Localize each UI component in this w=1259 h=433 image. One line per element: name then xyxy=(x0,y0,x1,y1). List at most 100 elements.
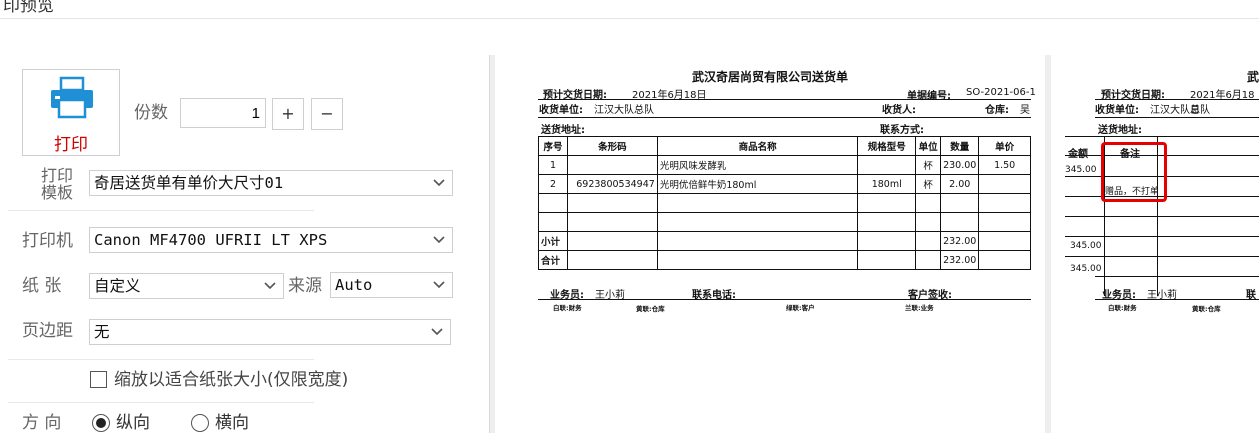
margin-label: 页边距 xyxy=(22,321,73,341)
amount-header: 金额 xyxy=(1068,145,1088,160)
table-row xyxy=(538,193,1031,213)
rule xyxy=(1065,216,1259,217)
printer-label: 打印机 xyxy=(22,231,73,251)
template-label-line1: 打印 xyxy=(40,166,73,185)
table-cell: 光明优倍鲜牛奶180ml xyxy=(656,174,859,194)
chevron-down-icon xyxy=(433,281,445,289)
paper-select-value: 自定义 xyxy=(94,277,141,295)
table-row: 2 6923800534947 光明优倍鲜牛奶180ml 180ml 杯 2.0… xyxy=(538,174,1031,194)
copies-label: 份数 xyxy=(134,103,168,123)
paper-source-value: Auto xyxy=(335,276,373,294)
table-cell: 杯 xyxy=(915,155,942,175)
table-cell: 杯 xyxy=(915,174,942,194)
radio-selected-dot xyxy=(96,418,106,428)
table-header-row: 序号 条形码 商品名称 规格型号 单位 数量 单价 xyxy=(538,136,1031,156)
copies-minus-button[interactable]: − xyxy=(311,98,343,130)
preview-page-2: 武 预计交货日期: 2021年6月18日 收货单位: 江汉大队总队 送货地址: … xyxy=(1051,55,1259,433)
total-amount: 345.00 xyxy=(1070,264,1102,274)
copy-label: 黄联:仓库 xyxy=(636,305,665,313)
copy-label: 绿联:客户 xyxy=(786,304,815,312)
rule xyxy=(1095,299,1259,300)
address-label: 送货地址: xyxy=(541,125,585,136)
table-cell: 1.50 xyxy=(978,155,1031,175)
table-cell: 光明风味发酵乳 xyxy=(656,155,859,175)
landscape-radio[interactable] xyxy=(191,414,209,432)
print-preview-area[interactable]: 武汉奇居尚贸有限公司送货单 预计交货日期: 2021年6月18日 单据编号: S… xyxy=(489,55,1259,433)
paper-select[interactable]: 自定义 xyxy=(89,273,284,299)
table-cell: 1 xyxy=(538,155,568,175)
orientation-label: 方 向 xyxy=(22,413,62,433)
title-bar: 打印预览 xyxy=(0,0,1259,19)
table-cell: 6923800534947 xyxy=(566,174,658,194)
header-cell: 商品名称 xyxy=(656,136,859,156)
total-value: 232.00 xyxy=(940,250,980,270)
printer-icon xyxy=(51,76,93,119)
table-cell: 2.00 xyxy=(940,174,980,194)
subtotal-amount: 345.00 xyxy=(1070,241,1102,251)
table-cell xyxy=(978,174,1031,194)
margin-select[interactable]: 无 xyxy=(89,319,451,345)
printer-select-value: Canon MF4700 UFRII LT XPS xyxy=(94,231,328,249)
copy-label: 黄联:仓库 xyxy=(1192,305,1221,313)
table-cell: 230.00 xyxy=(940,155,980,175)
copy-label: 兰联:业务 xyxy=(905,304,934,312)
table-row xyxy=(538,212,1031,232)
company-title-fragment: 武 xyxy=(1247,70,1259,84)
header-cell: 数量 xyxy=(940,136,980,156)
rule xyxy=(538,299,1031,300)
subtotal-value: 232.00 xyxy=(940,231,980,251)
paper-label: 纸 张 xyxy=(22,276,62,296)
total-label: 合计 xyxy=(538,250,568,270)
doc-no: SO-2021-06-1 xyxy=(966,87,1036,98)
window-title: 打印预览 xyxy=(0,0,54,16)
receiver-unit-label: 收货单位: xyxy=(539,105,583,116)
rule xyxy=(538,99,1031,100)
rule xyxy=(1065,256,1259,257)
rule xyxy=(1065,236,1259,237)
divider xyxy=(8,359,314,360)
chevron-down-icon xyxy=(433,179,445,187)
company-title: 武汉奇居尚贸有限公司送货单 xyxy=(692,70,849,84)
subtotal-label: 小计 xyxy=(538,231,568,251)
print-button-label: 打印 xyxy=(54,135,88,155)
table-cell: 2 xyxy=(538,174,568,194)
rule xyxy=(1095,117,1259,118)
rule xyxy=(538,117,1031,118)
scale-checkbox[interactable] xyxy=(90,371,107,388)
landscape-label: 横向 xyxy=(215,413,249,433)
address-label: 送货地址: xyxy=(1098,125,1142,136)
chevron-down-icon xyxy=(431,328,443,336)
warehouse: 吴 xyxy=(1020,105,1030,116)
receiver-unit: 江汉大队总队 xyxy=(1150,105,1210,116)
warehouse-label: 仓库: xyxy=(985,105,1009,116)
copy-label: 白联:财务 xyxy=(553,304,582,312)
row1-amount: 345.00 xyxy=(1065,165,1097,175)
margin-select-value: 无 xyxy=(94,323,110,341)
template-select[interactable]: 奇居送货单有单价大尺寸01 xyxy=(89,170,453,196)
subtotal-row: 小计 232.00 xyxy=(538,231,1031,251)
paper-source-label: 来源 xyxy=(288,276,322,296)
total-row: 合计 232.00 xyxy=(538,250,1031,270)
template-label-line2: 模板 xyxy=(40,183,73,202)
receiver-unit-label: 收货单位: xyxy=(1095,105,1139,116)
template-label: 打印 模板 xyxy=(38,167,76,201)
chevron-down-icon xyxy=(433,236,445,244)
rule xyxy=(1065,136,1259,137)
copies-plus-button[interactable]: + xyxy=(272,98,304,130)
copies-input[interactable] xyxy=(180,98,266,128)
receiver-unit: 江汉大队总队 xyxy=(594,105,654,116)
table-row: 1 光明风味发酵乳 杯 230.00 1.50 xyxy=(538,155,1031,175)
header-cell: 规格型号 xyxy=(857,136,917,156)
receiver-label: 收货人: xyxy=(882,105,916,116)
template-select-value: 奇居送货单有单价大尺寸01 xyxy=(94,174,284,192)
printer-select[interactable]: Canon MF4700 UFRII LT XPS xyxy=(89,227,453,253)
paper-source-select[interactable]: Auto xyxy=(330,272,453,298)
rule xyxy=(1095,276,1259,277)
divider xyxy=(8,210,314,211)
portrait-label: 纵向 xyxy=(116,413,150,433)
copy-label: 白联:财务 xyxy=(1108,304,1137,312)
divider xyxy=(8,402,314,403)
print-button[interactable]: 打印 xyxy=(22,69,120,156)
highlight-box xyxy=(1101,142,1167,202)
portrait-radio[interactable] xyxy=(92,414,110,432)
